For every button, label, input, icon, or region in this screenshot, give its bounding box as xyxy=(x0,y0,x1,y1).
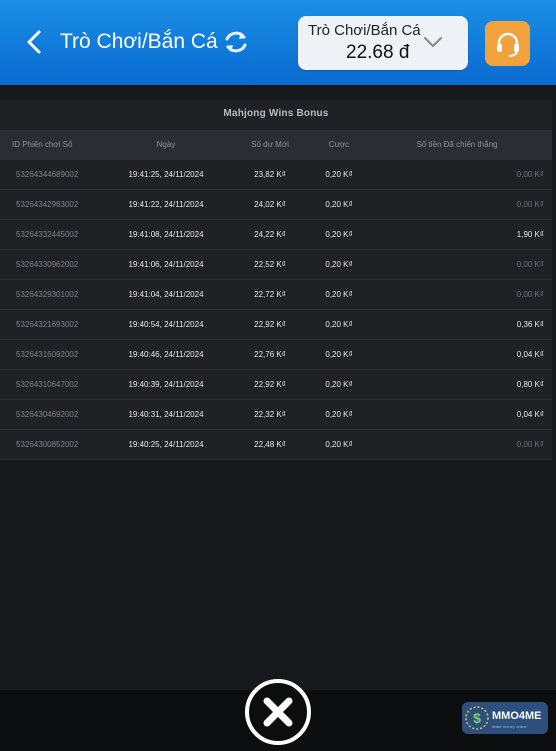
round-id: 53264304692002 xyxy=(16,410,79,419)
win-amount: 0,00 K₫ xyxy=(516,290,544,299)
round-id: 53264344689002 xyxy=(16,170,79,179)
column-header-win: Số tiền Đã chiến thắng xyxy=(416,140,498,149)
new-balance: 22,92 K₫ xyxy=(254,320,286,329)
bet-amount: 0,20 K₫ xyxy=(325,410,353,419)
round-date: 19:40:31, 24/11/2024 xyxy=(128,410,204,419)
refresh-button[interactable] xyxy=(222,28,250,56)
table-row[interactable]: 53264300852002 19:40:25, 24/11/2024 22,48 … xyxy=(0,430,552,460)
bet-amount: 0,20 K₫ xyxy=(325,260,353,269)
round-id: 53264330962002 xyxy=(16,260,79,269)
new-balance: 22,32 K₫ xyxy=(254,410,286,419)
table-row[interactable]: 53264329301002 19:41:04, 24/11/2024 22,72 … xyxy=(0,280,552,310)
new-balance: 22,72 K₫ xyxy=(254,290,286,299)
new-balance: 22,48 K₫ xyxy=(254,440,286,449)
win-amount: 0,04 K₫ xyxy=(516,350,544,359)
table-row[interactable]: 53264342983002 19:41:22, 24/11/2024 24,02 … xyxy=(0,190,552,220)
table-header: ID Phiên chơi Số Ngày Số dư Mới Cược Số … xyxy=(0,130,552,160)
table-row[interactable]: 53264344689002 19:41:25, 24/11/2024 23,82 … xyxy=(0,160,552,190)
round-id: 53264329301002 xyxy=(16,290,79,299)
new-balance: 22,76 K₫ xyxy=(254,350,286,359)
close-icon xyxy=(245,679,311,745)
close-button[interactable] xyxy=(244,678,312,746)
watermark-logo: $ MMO4ME Make money online xyxy=(462,702,548,734)
column-header-date: Ngày xyxy=(156,140,176,149)
bet-amount: 0,20 K₫ xyxy=(325,200,353,209)
table-row[interactable]: 53264332445002 19:41:08, 24/11/2024 24,22 … xyxy=(0,220,552,250)
round-id: 53264300852002 xyxy=(16,440,79,449)
bet-amount: 0,20 K₫ xyxy=(325,230,353,239)
new-balance: 24,22 K₫ xyxy=(254,230,286,239)
game-selector-dropdown[interactable]: Trò Chơi/Bắn Cá 22.68 đ xyxy=(298,16,468,70)
round-date: 19:40:54, 24/11/2024 xyxy=(128,320,204,329)
page-title: Trò Chơi/Bắn Cá xyxy=(60,30,218,53)
round-date: 19:41:22, 24/11/2024 xyxy=(128,200,204,209)
bet-history-panel: Mahjong Wins Bonus ID Phiên chơi Số Ngày… xyxy=(0,100,552,460)
win-amount: 0,80 K₫ xyxy=(516,380,544,389)
win-amount: 0,36 K₫ xyxy=(516,320,544,329)
win-amount: 0,00 K₫ xyxy=(516,200,544,209)
new-balance: 23,82 K₫ xyxy=(254,170,286,179)
selector-game-name: Trò Chơi/Bắn Cá xyxy=(308,22,421,39)
win-amount: 0,04 K₫ xyxy=(516,410,544,419)
round-date: 19:41:04, 24/11/2024 xyxy=(128,290,204,299)
chevron-left-icon xyxy=(27,30,41,54)
round-id: 53264342983002 xyxy=(16,200,79,209)
panel-title: Mahjong Wins Bonus xyxy=(223,108,329,119)
win-amount: 0,00 K₫ xyxy=(516,260,544,269)
column-header-bet: Cược xyxy=(328,140,350,149)
chevron-down-icon xyxy=(423,36,443,48)
top-bar: Trò Chơi/Bắn Cá Trò Chơi/Bắn Cá 22.68 đ xyxy=(0,0,556,85)
table-row[interactable]: 53264321693002 19:40:54, 24/11/2024 22,92 … xyxy=(0,310,552,340)
round-date: 19:41:25, 24/11/2024 xyxy=(128,170,204,179)
logo-text: MMO4ME xyxy=(492,710,542,722)
refresh-icon xyxy=(225,31,247,53)
round-id: 53264310647002 xyxy=(16,380,79,389)
column-header-balance: Số dư Mới xyxy=(251,140,289,149)
back-button[interactable] xyxy=(22,28,46,56)
headset-icon xyxy=(496,32,519,57)
logo-subtext: Make money online xyxy=(492,724,527,729)
round-date: 19:40:46, 24/11/2024 xyxy=(128,350,204,359)
column-header-id: ID Phiên chơi Số xyxy=(12,140,73,149)
win-amount: 0,00 K₫ xyxy=(516,440,544,449)
support-button[interactable] xyxy=(485,21,530,66)
table-row[interactable]: 53264316092002 19:40:46, 24/11/2024 22,76 … xyxy=(0,340,552,370)
selector-balance: 22.68 đ xyxy=(346,42,410,63)
bet-amount: 0,20 K₫ xyxy=(325,380,353,389)
table-row[interactable]: 53264310647002 19:40:39, 24/11/2024 22,92 … xyxy=(0,370,552,400)
bet-amount: 0,20 K₫ xyxy=(325,290,353,299)
round-id: 53264321693002 xyxy=(16,320,79,329)
win-amount: 1,90 K₫ xyxy=(516,230,544,239)
bet-amount: 0,20 K₫ xyxy=(325,170,353,179)
dollar-coin-icon: $ xyxy=(465,706,489,730)
new-balance: 22,92 K₫ xyxy=(254,380,286,389)
bet-amount: 0,20 K₫ xyxy=(325,440,353,449)
table-row[interactable]: 53264330962002 19:41:06, 24/11/2024 22,52 … xyxy=(0,250,552,280)
round-date: 19:40:39, 24/11/2024 xyxy=(128,380,204,389)
new-balance: 24,02 K₫ xyxy=(254,200,286,209)
round-date: 19:41:08, 24/11/2024 xyxy=(128,230,204,239)
table-row[interactable]: 53264304692002 19:40:31, 24/11/2024 22,32 … xyxy=(0,400,552,430)
bet-amount: 0,20 K₫ xyxy=(325,320,353,329)
round-id: 53264332445002 xyxy=(16,230,79,239)
bet-amount: 0,20 K₫ xyxy=(325,350,353,359)
win-amount: 0,00 K₫ xyxy=(516,170,544,179)
round-date: 19:41:06, 24/11/2024 xyxy=(128,260,204,269)
round-date: 19:40:25, 24/11/2024 xyxy=(128,440,204,449)
svg-text:$: $ xyxy=(473,710,481,726)
new-balance: 22,52 K₫ xyxy=(254,260,286,269)
round-id: 53264316092002 xyxy=(16,350,79,359)
